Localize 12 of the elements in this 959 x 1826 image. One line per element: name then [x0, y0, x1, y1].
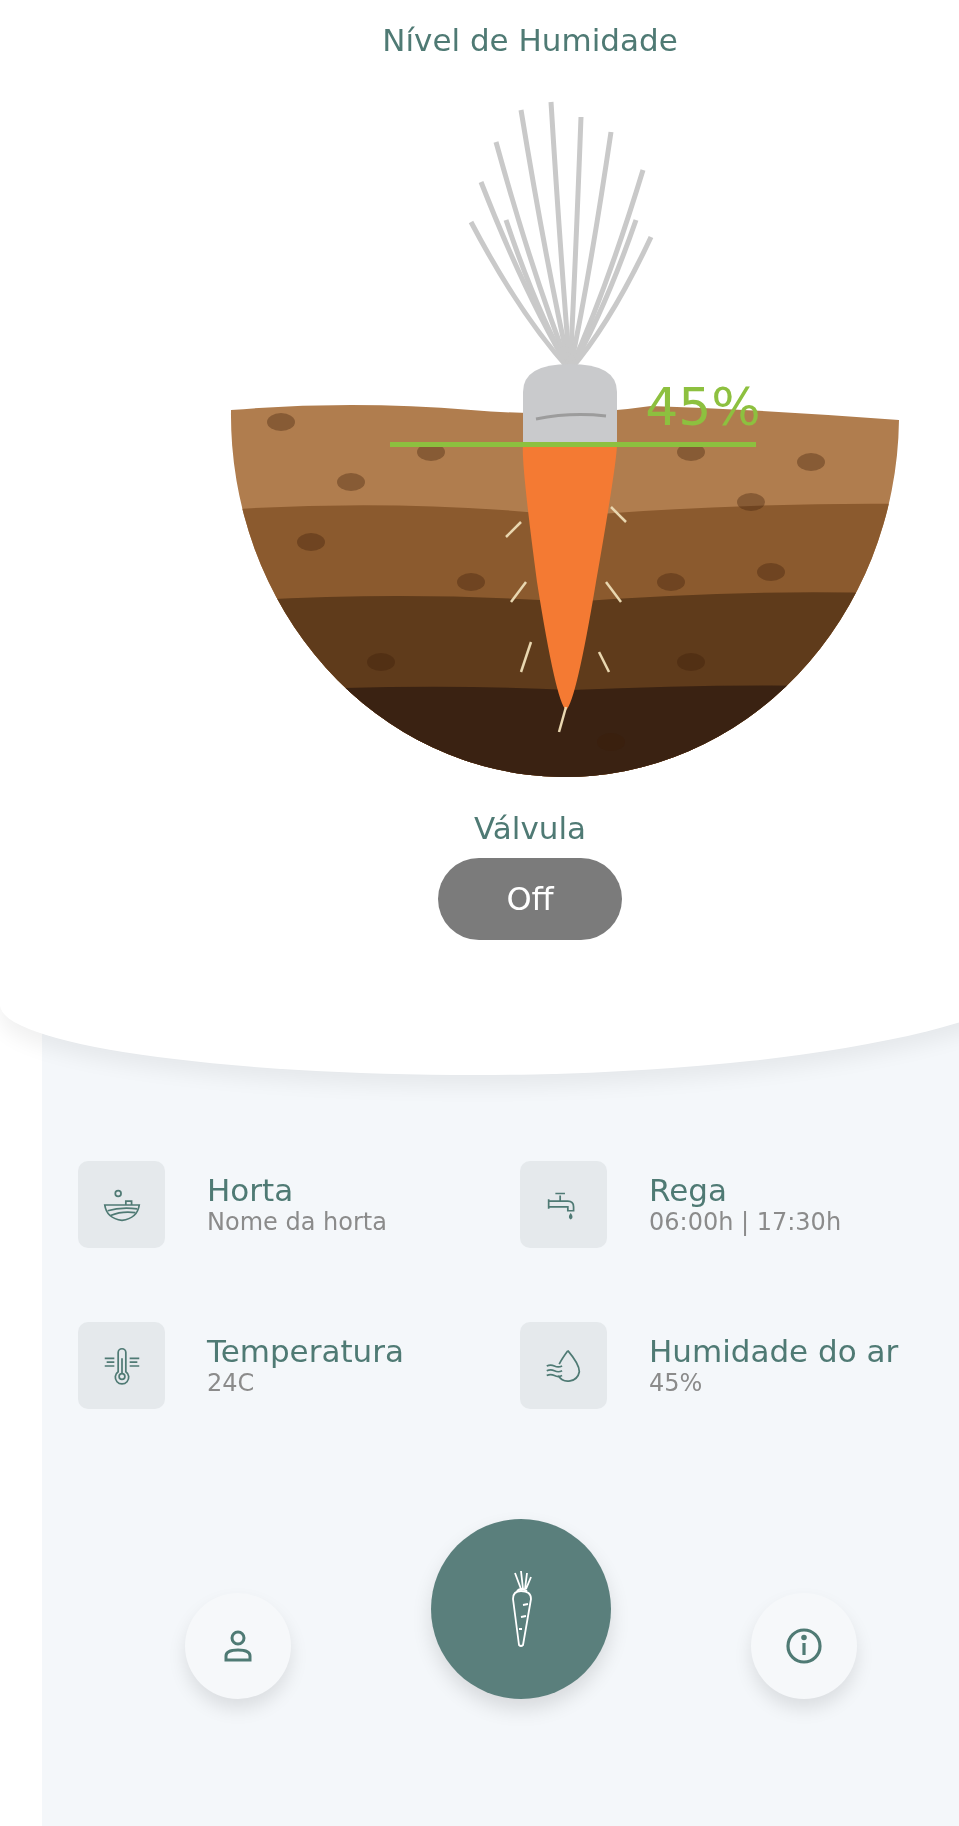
screen-title: Nível de Humidade: [382, 22, 678, 60]
card-value: 06:00h | 17:30h: [649, 1208, 842, 1237]
card-title: Rega: [649, 1172, 728, 1209]
card-value: Nome da horta: [207, 1208, 387, 1237]
card-title: Temperatura: [207, 1333, 404, 1370]
valve-label: Válvula: [474, 810, 586, 846]
card-title: Humidade do ar: [649, 1333, 899, 1370]
card-value: 45%: [649, 1369, 704, 1398]
valve-toggle-button[interactable]: Off: [438, 858, 622, 940]
card-value: 24C: [207, 1369, 256, 1398]
info-icon: [784, 1626, 824, 1666]
card-title: Horta: [207, 1172, 295, 1209]
